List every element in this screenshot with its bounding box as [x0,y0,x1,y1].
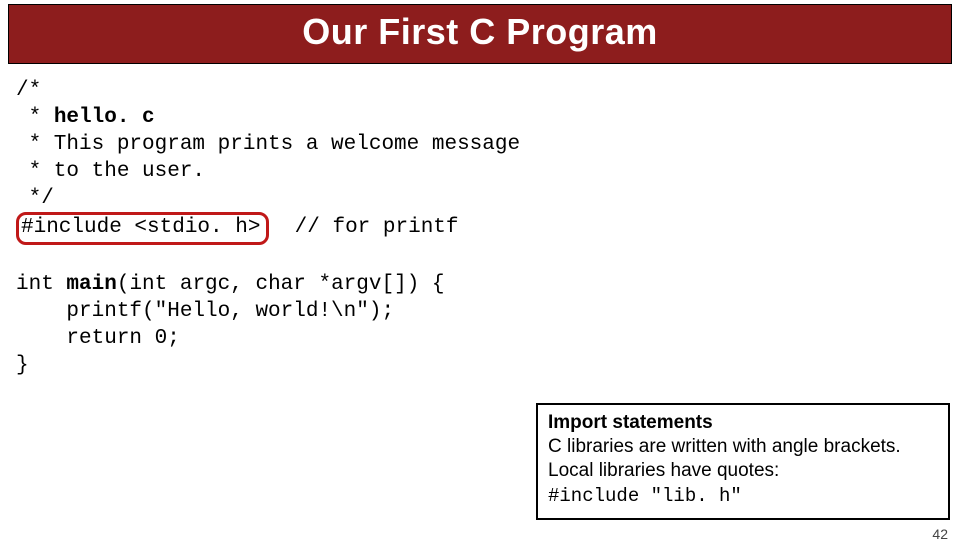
code-line: * to the user. [16,159,960,186]
code-line: int main(int argc, char *argv[]) { [16,272,960,299]
callout-text: C libraries are written with angle brack… [548,435,938,459]
title-bar: Our First C Program [8,4,952,64]
code-comment: // for printf [295,216,459,239]
include-box: #include <stdio. h> [16,212,269,245]
code-line: */ [16,186,960,213]
code-gap [269,216,294,239]
callout-text: Local libraries have quotes: [548,459,938,483]
code-line-include: #include <stdio. h> // for printf [16,212,960,245]
code-line: /* [16,78,960,105]
callout-code: #include "lib. h" [548,484,938,508]
code-text: int [16,273,66,296]
code-main: main [66,273,116,296]
code-blank [16,245,960,272]
code-line: printf("Hello, world!\n"); [16,299,960,326]
code-block: /* * hello. c * This program prints a we… [0,64,960,380]
code-text: * [16,106,54,129]
slide-title: Our First C Program [9,11,951,53]
slide: Our First C Program /* * hello. c * This… [0,4,960,540]
code-line: * hello. c [16,105,960,132]
include-highlight: #include <stdio. h> [16,212,269,245]
callout-box: Import statements C libraries are writte… [536,403,950,520]
code-text: (int argc, char *argv[]) { [117,273,445,296]
callout-heading: Import statements [548,411,938,435]
page-number: 42 [932,526,948,540]
code-line: return 0; [16,326,960,353]
code-filename: hello. c [54,106,155,129]
code-line: } [16,353,960,380]
code-line: * This program prints a welcome message [16,132,960,159]
